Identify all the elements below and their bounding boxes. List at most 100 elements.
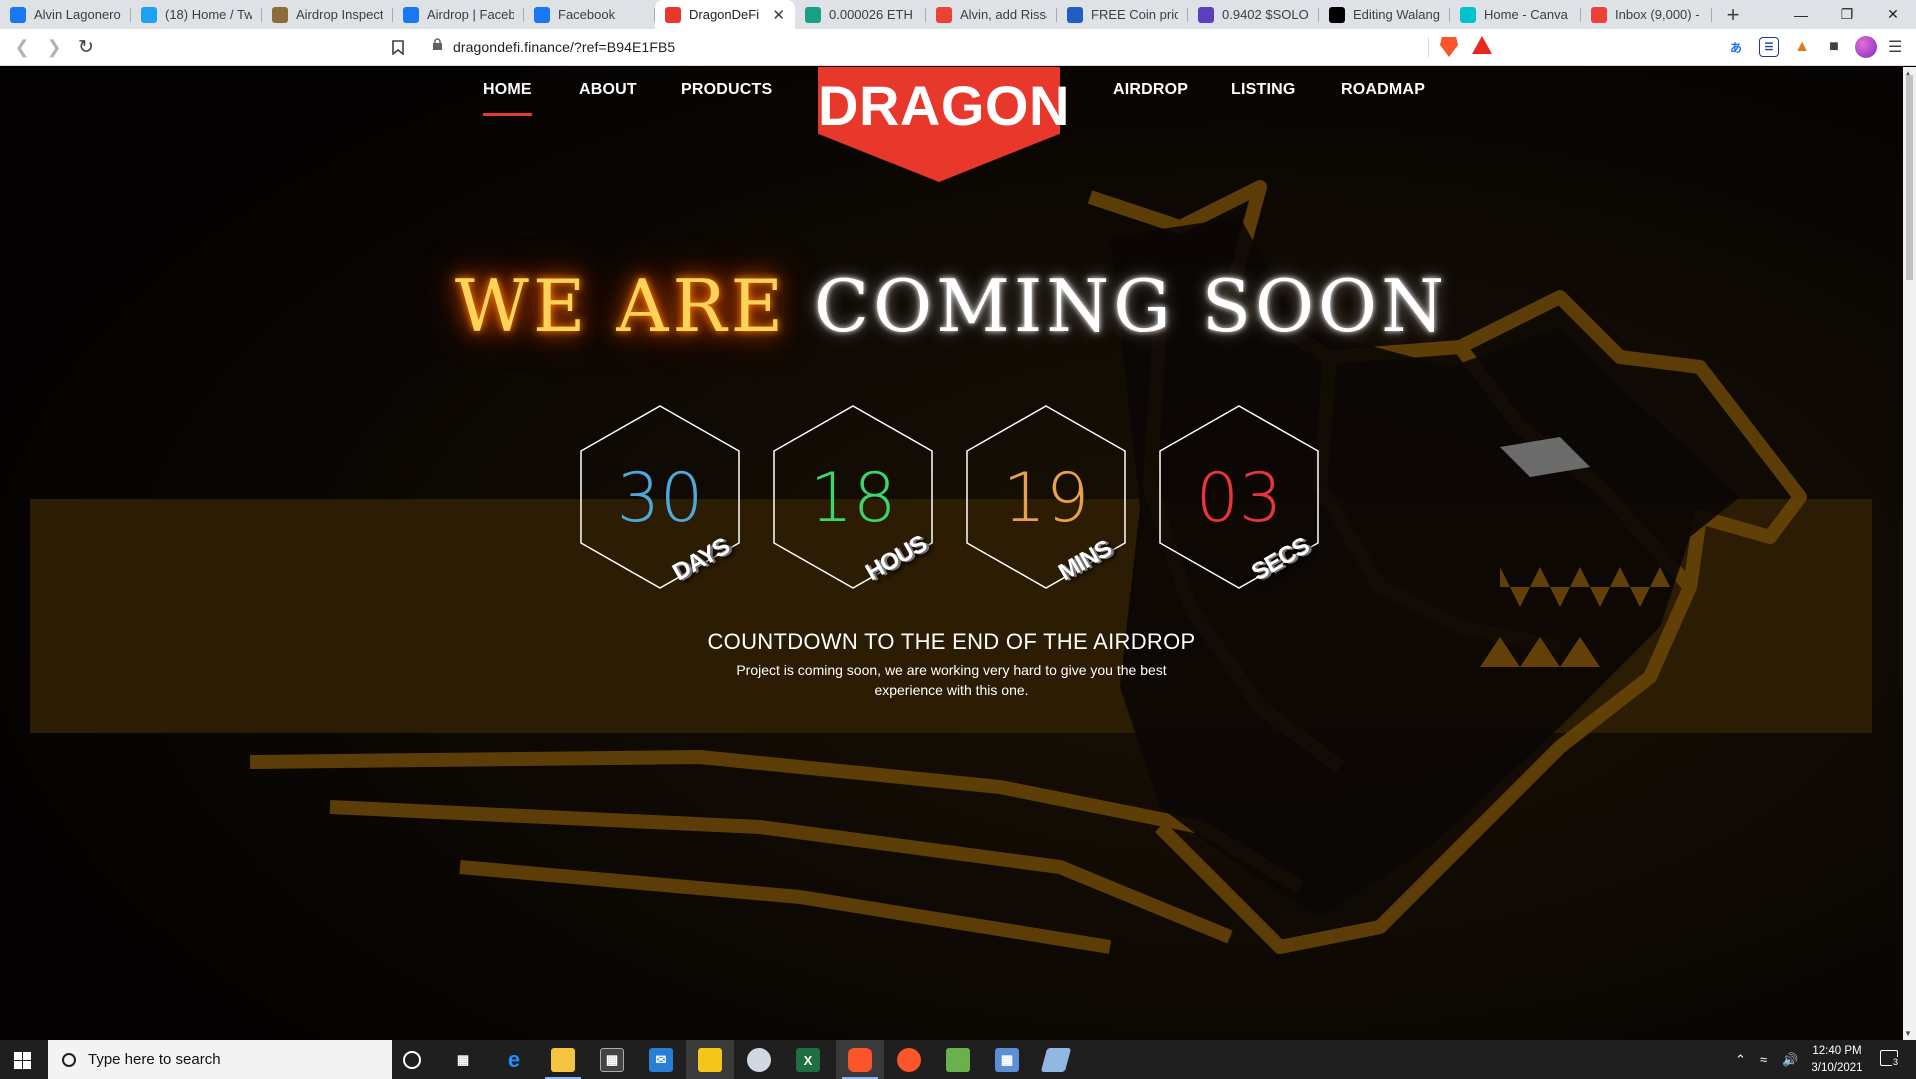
mail-icon[interactable]: ✉ [649, 1048, 673, 1072]
browser-tab[interactable]: Airdrop | Facebo [393, 0, 524, 29]
cortana-icon[interactable] [403, 1051, 421, 1069]
nav-products[interactable]: PRODUCTS [681, 81, 772, 99]
nav-home[interactable]: HOME [483, 81, 532, 116]
calculator-icon[interactable]: ▦ [995, 1048, 1019, 1072]
tab-label: 0.000026 ETH to [829, 7, 916, 22]
forward-button[interactable]: ❯ [38, 33, 70, 61]
restore-button[interactable]: ❐ [1824, 0, 1870, 29]
countdown-days: 30 DAYS [580, 405, 740, 589]
taskbar-clock[interactable]: 12:40 PM 3/10/2021 [1806, 1043, 1868, 1077]
countdown-hous: 18 HOUS [773, 405, 933, 589]
nav-airdrop[interactable]: AIRDROP [1113, 81, 1188, 99]
bookmark-icon[interactable] [388, 35, 408, 59]
reload-button[interactable]: ↻ [70, 33, 102, 61]
headline: WE ARE COMING SOON [0, 264, 1903, 348]
browser-tab[interactable]: FREE Coin price t [1057, 0, 1188, 29]
coin-site-icon [1067, 6, 1083, 23]
paint-icon[interactable] [747, 1048, 771, 1072]
taskbar-search-box[interactable]: Type here to search [48, 1040, 392, 1079]
nav-listing[interactable]: LISTING [1231, 81, 1296, 99]
browser-tab[interactable]: Alvin Lagonero | [0, 0, 131, 29]
dragon-silhouette [249, 180, 1807, 954]
browser-tab[interactable]: Home - Canva [1450, 0, 1581, 29]
network-icon[interactable]: ≈ [1760, 1040, 1767, 1079]
address-separator [1428, 37, 1429, 57]
file-explorer-icon[interactable] [551, 1048, 575, 1072]
countdown-value: 19 [1002, 459, 1090, 538]
windows-start-icon[interactable] [14, 1052, 31, 1069]
browser-tab[interactable]: Inbox (9,000) - ac [1581, 0, 1712, 29]
countdown-description-line-2: experience with this one. [874, 682, 1029, 698]
brave-shields-icon[interactable] [1440, 37, 1458, 57]
browser-tab[interactable]: 0.9402 $SOLO/US [1188, 0, 1319, 29]
back-button[interactable]: ❮ [6, 33, 38, 61]
tab-label: Airdrop Inspector [296, 7, 383, 22]
scroll-down-arrow-icon[interactable]: ▼ [1904, 1029, 1912, 1038]
facebook-icon [403, 6, 419, 23]
close-window-button[interactable]: ✕ [1870, 0, 1916, 29]
edge-icon[interactable]: e [502, 1047, 526, 1072]
site-logo[interactable]: DRAGON [818, 67, 1070, 182]
logo-text: DRAGON [818, 74, 1070, 137]
metamask-icon[interactable]: ▲ [1792, 37, 1812, 57]
brave-beta-icon[interactable] [897, 1048, 921, 1072]
tab-label: Facebook [558, 7, 616, 22]
notification-count: 3 [1892, 1057, 1900, 1067]
scrollbar-thumb[interactable] [1906, 75, 1913, 280]
browser-tab[interactable]: Alvin, add Rissa A [926, 0, 1057, 29]
tab-label: Inbox (9,000) - ac [1615, 7, 1702, 22]
tab-strip: Alvin Lagonero | (18) Home / Twitt Airdrop… [0, 0, 1916, 29]
countdown-value: 30 [616, 459, 704, 538]
twitter-icon [141, 6, 157, 23]
tab-label: Alvin Lagonero | [34, 7, 121, 22]
close-tab-icon[interactable]: ✕ [772, 6, 785, 24]
brave-taskbar-icon[interactable] [848, 1048, 872, 1072]
browser-tab[interactable]: Editing Walang F [1319, 0, 1450, 29]
volume-icon[interactable]: 🔊 [1782, 1040, 1798, 1079]
sticky-notes-icon[interactable] [698, 1048, 722, 1072]
excel-icon[interactable]: X [796, 1048, 820, 1072]
extensions-puzzle-icon[interactable]: ■ [1824, 37, 1844, 57]
lock-icon[interactable] [432, 38, 443, 54]
browser-menu-icon[interactable]: ☰ [1888, 37, 1902, 57]
browser-toolbar: ❮ ❯ ↻ dragondefi.finance/?ref=B94E1FB5 あ… [0, 29, 1916, 66]
window-controls: — ❐ ✕ [1778, 0, 1916, 29]
browser-tab[interactable]: (18) Home / Twitt [131, 0, 262, 29]
brave-rewards-icon[interactable] [1472, 36, 1492, 54]
countdown-title: COUNTDOWN TO THE END OF THE AIRDROP [707, 629, 1196, 654]
translate-extension-icon[interactable]: あ [1726, 37, 1746, 57]
windows-taskbar: Type here to search ▦ e ▦ ✉ X ▦ ⌃ ≈ 🔊 12… [0, 1040, 1916, 1079]
solo-icon [1198, 6, 1214, 23]
store-icon[interactable]: ▦ [600, 1048, 624, 1072]
minimize-button[interactable]: — [1778, 0, 1824, 29]
coin-icon [805, 6, 821, 23]
countdown-description: Project is coming soon, we are working v… [0, 660, 1903, 700]
facebook-icon [534, 6, 550, 23]
snipping-tool-icon[interactable] [1040, 1048, 1072, 1072]
gmail-icon [1591, 6, 1607, 23]
nav-about[interactable]: ABOUT [579, 81, 637, 99]
tab-label: Editing Walang F [1353, 7, 1440, 22]
page-scrollbar[interactable]: ▲ ▼ [1903, 67, 1916, 1040]
countdown-description-line-1: Project is coming soon, we are working v… [736, 662, 1167, 678]
address-bar[interactable]: dragondefi.finance/?ref=B94E1FB5 [453, 39, 675, 55]
browser-tab[interactable]: Facebook [524, 0, 655, 29]
notification-center-icon[interactable]: 3 [1880, 1050, 1900, 1067]
countdown-mins: 19 MINS [966, 405, 1126, 589]
extension-icon[interactable]: ☰ [1759, 37, 1779, 57]
profile-avatar[interactable] [1855, 36, 1877, 58]
tab-label: DragonDeFi [689, 7, 760, 22]
layers-app-icon[interactable] [946, 1048, 970, 1072]
browser-tab[interactable]: Airdrop Inspector [262, 0, 393, 29]
browser-tab[interactable]: 0.000026 ETH to [795, 0, 926, 29]
tab-label: Home - Canva [1484, 7, 1568, 22]
headline-white-text: COMING SOON [814, 264, 1449, 348]
tab-label: (18) Home / Twitt [165, 7, 252, 22]
tab-label: 0.9402 $SOLO/US [1222, 7, 1309, 22]
task-view-icon[interactable]: ▦ [451, 1048, 475, 1072]
tab-label: FREE Coin price t [1091, 7, 1178, 22]
browser-tab[interactable]: DragonDeFi ✕ [655, 0, 795, 29]
show-hidden-icons[interactable]: ⌃ [1735, 1040, 1746, 1079]
new-tab-button[interactable]: + [1718, 0, 1748, 29]
nav-roadmap[interactable]: ROADMAP [1341, 81, 1425, 99]
